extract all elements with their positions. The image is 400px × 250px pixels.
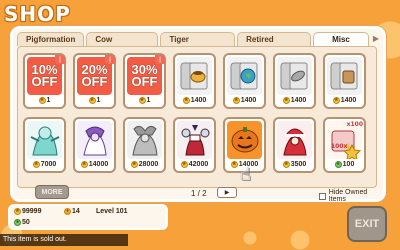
coin-icon: ★ xyxy=(14,208,21,215)
coin-icon: ★ xyxy=(138,97,146,104)
pudding-box-thumb xyxy=(177,57,212,95)
ticket-balance: ♦ 14 xyxy=(64,208,80,215)
coupon-off: OFF xyxy=(81,74,108,89)
item-price: ★ 1400 xyxy=(182,97,207,104)
coupon-card-20[interactable]: 20% OFF ǀ ★ 1 xyxy=(73,53,116,109)
coin-icon: ★ xyxy=(130,161,138,168)
grey-costume-thumb xyxy=(127,121,162,159)
shop-panel: Pigformation Cow Kigurumi Tiger Kigurumi… xyxy=(10,26,386,203)
page-title: SHOP xyxy=(4,2,71,26)
coupon-off: OFF xyxy=(131,74,158,89)
grey-costume-icon xyxy=(131,125,158,156)
ribbon-icon: ǀ xyxy=(155,55,165,64)
tab-cow-kigurumi[interactable]: Cow Kigurumi xyxy=(86,32,159,57)
bread-box-icon xyxy=(330,62,357,90)
tab-pigformation[interactable]: Pigformation xyxy=(17,32,85,46)
teal-costume-thumb xyxy=(27,121,62,159)
cheer-costume-card[interactable]: ★ 42000 xyxy=(173,117,216,173)
globe-box-thumb xyxy=(227,57,262,95)
purple-costume-thumb xyxy=(77,121,112,159)
next-page-button[interactable]: ▶ xyxy=(217,187,237,198)
gem-balance: ● 50 xyxy=(14,219,30,226)
globe-box-icon xyxy=(230,62,257,90)
purple-costume-icon xyxy=(82,126,107,156)
bundle-badge-top: x100 xyxy=(346,121,363,128)
item-price: ★ 1400 xyxy=(332,97,357,104)
hide-owned-checkbox[interactable] xyxy=(319,192,326,200)
grey-costume-card[interactable]: ★ 28000 xyxy=(123,117,166,173)
bundle-badge-mid: 100x xyxy=(331,143,348,150)
item-price: ★ 7000 xyxy=(32,161,57,168)
santa-costume-icon xyxy=(282,128,307,156)
ribbon-icon: ǀ xyxy=(105,55,115,64)
pumpkin-costume-icon xyxy=(231,127,258,153)
gift-bundle-card[interactable]: x100 100x ● 100 xyxy=(323,117,366,173)
item-grid: 10% OFF ǀ ★ 1 20% OFF ǀ ★ 1 30% OFF ǀ ★ … xyxy=(17,46,377,188)
page-indicator: 1 / 2 xyxy=(191,189,207,198)
tab-misc[interactable]: Misc xyxy=(313,32,369,46)
ribbon-icon: ǀ xyxy=(55,55,65,64)
potato-box-icon xyxy=(280,62,307,90)
item-price: ★ 42000 xyxy=(180,161,209,168)
bread-box-card[interactable]: ★ 1400 xyxy=(323,53,366,109)
coin-icon: ★ xyxy=(282,97,290,104)
pudding-box-card[interactable]: ★ 1400 xyxy=(173,53,216,109)
tab-bar: Pigformation Cow Kigurumi Tiger Kigurumi… xyxy=(17,32,379,57)
item-price: ★ 28000 xyxy=(130,161,159,168)
pumpkin-costume-thumb xyxy=(227,121,262,159)
coin-icon: ★ xyxy=(180,161,188,168)
tab-retired-events[interactable]: Retired Events xyxy=(237,32,312,57)
coupon-card-30[interactable]: 30% OFF ǀ ★ 1 xyxy=(123,53,166,109)
coin-icon: ★ xyxy=(230,161,238,168)
coin-icon: ★ xyxy=(88,97,96,104)
pointer-hand-icon: ☝ xyxy=(240,164,251,185)
coin-icon: ★ xyxy=(232,97,240,104)
item-price: ★ 1 xyxy=(88,97,101,104)
tab-scroll-right-icon[interactable]: ▶ xyxy=(373,32,379,46)
coin-icon: ★ xyxy=(32,161,40,168)
coupon-off: OFF xyxy=(31,74,58,89)
item-price: ★ 3500 xyxy=(282,161,307,168)
player-status: ★ 99999 ♦ 14 Level 101 ● 50 xyxy=(8,204,168,230)
coin-icon: ★ xyxy=(38,97,46,104)
teal-costume-card[interactable]: ★ 7000 xyxy=(23,117,66,173)
exit-button[interactable]: EXIT xyxy=(347,206,387,242)
coin-icon: ★ xyxy=(282,161,290,168)
teal-costume-icon xyxy=(30,126,59,156)
item-price: ★ 1 xyxy=(138,97,151,104)
sold-out-toast: This item is sold out. xyxy=(0,234,128,246)
more-button[interactable]: MORE xyxy=(35,185,69,199)
hide-owned-toggle[interactable]: Hide Owned Items xyxy=(319,189,383,203)
item-price: ★ 1400 xyxy=(282,97,307,104)
potato-box-thumb xyxy=(277,57,312,95)
green-coin-icon: ● xyxy=(334,161,342,168)
item-price: ★ 1400 xyxy=(232,97,257,104)
bread-box-thumb xyxy=(327,57,362,95)
coin-icon: ★ xyxy=(80,161,88,168)
coin-icon: ★ xyxy=(182,97,190,104)
purple-costume-card[interactable]: ★ 14000 xyxy=(73,117,116,173)
santa-costume-thumb xyxy=(277,121,312,159)
item-price: ★ 14000 xyxy=(80,161,109,168)
cheer-costume-icon xyxy=(181,125,209,156)
santa-costume-card[interactable]: ★ 3500 xyxy=(273,117,316,173)
item-price: ● 100 xyxy=(334,161,355,168)
ticket-icon: ♦ xyxy=(64,208,71,215)
hide-owned-label: Hide Owned Items xyxy=(328,189,368,203)
tab-tiger-kigurumi[interactable]: Tiger Kigurumi xyxy=(160,32,236,57)
player-level: Level 101 xyxy=(96,208,128,215)
coupon-card-10[interactable]: 10% OFF ǀ ★ 1 xyxy=(23,53,66,109)
coin-icon: ★ xyxy=(332,97,340,104)
pudding-box-icon xyxy=(180,62,207,90)
item-price: ★ 1 xyxy=(38,97,51,104)
green-coin-icon: ● xyxy=(14,219,21,226)
potato-box-card[interactable]: ★ 1400 xyxy=(273,53,316,109)
cheer-costume-thumb xyxy=(177,121,212,159)
globe-box-card[interactable]: ★ 1400 xyxy=(223,53,266,109)
coin-balance: ★ 99999 xyxy=(14,208,42,215)
